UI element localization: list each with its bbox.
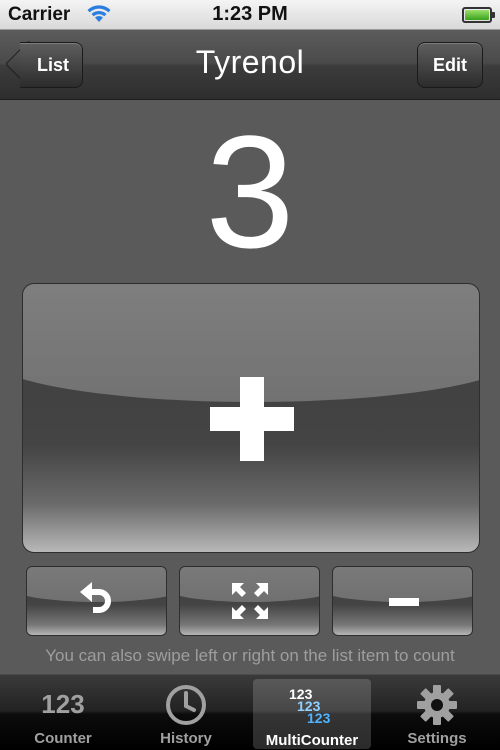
status-bar: Carrier 1:23 PM: [0, 0, 500, 30]
tab-settings[interactable]: Settings: [378, 675, 496, 750]
counter-123-icon: 123: [41, 689, 85, 719]
back-button-label: List: [36, 54, 69, 75]
tab-counter[interactable]: 123 Counter: [4, 675, 122, 750]
undo-icon: [79, 582, 111, 613]
multicounter-icon-line: 123: [307, 710, 331, 726]
battery-icon: [462, 7, 495, 23]
increment-button[interactable]: [22, 283, 480, 553]
edit-button[interactable]: Edit: [417, 42, 483, 88]
counter-value: 3: [205, 102, 295, 281]
swipe-hint-text: You can also swipe left or right on the …: [45, 646, 455, 665]
back-list-button[interactable]: List: [20, 42, 83, 88]
tab-label: Settings: [407, 730, 467, 747]
undo-button[interactable]: [26, 566, 167, 636]
multicounter-icon: 123 123 123: [289, 683, 339, 727]
edit-button-label: Edit: [433, 54, 467, 75]
navigation-bar: List Tyrenol Edit: [0, 30, 500, 100]
clock-label: 1:23 PM: [212, 3, 288, 25]
page-title: Tyrenol: [195, 44, 305, 80]
battery-level-fill: [465, 10, 489, 20]
tab-multicounter[interactable]: 123 123 123 MultiCounter: [253, 679, 371, 749]
expand-button[interactable]: [179, 566, 320, 636]
clock-icon: [166, 685, 206, 725]
tab-label: MultiCounter: [265, 732, 359, 749]
tab-bar: 123 Counter History 123 123 123 MultiCou…: [0, 674, 500, 750]
minus-icon: [389, 598, 419, 606]
gear-icon: [417, 685, 457, 725]
button-gloss: [333, 567, 472, 602]
decrement-button[interactable]: [332, 566, 473, 636]
tab-history[interactable]: History: [127, 675, 245, 750]
tab-label: Counter: [34, 730, 92, 747]
tab-label: History: [160, 730, 212, 747]
expand-arrows-icon: [231, 583, 268, 619]
plus-icon: [210, 377, 294, 461]
